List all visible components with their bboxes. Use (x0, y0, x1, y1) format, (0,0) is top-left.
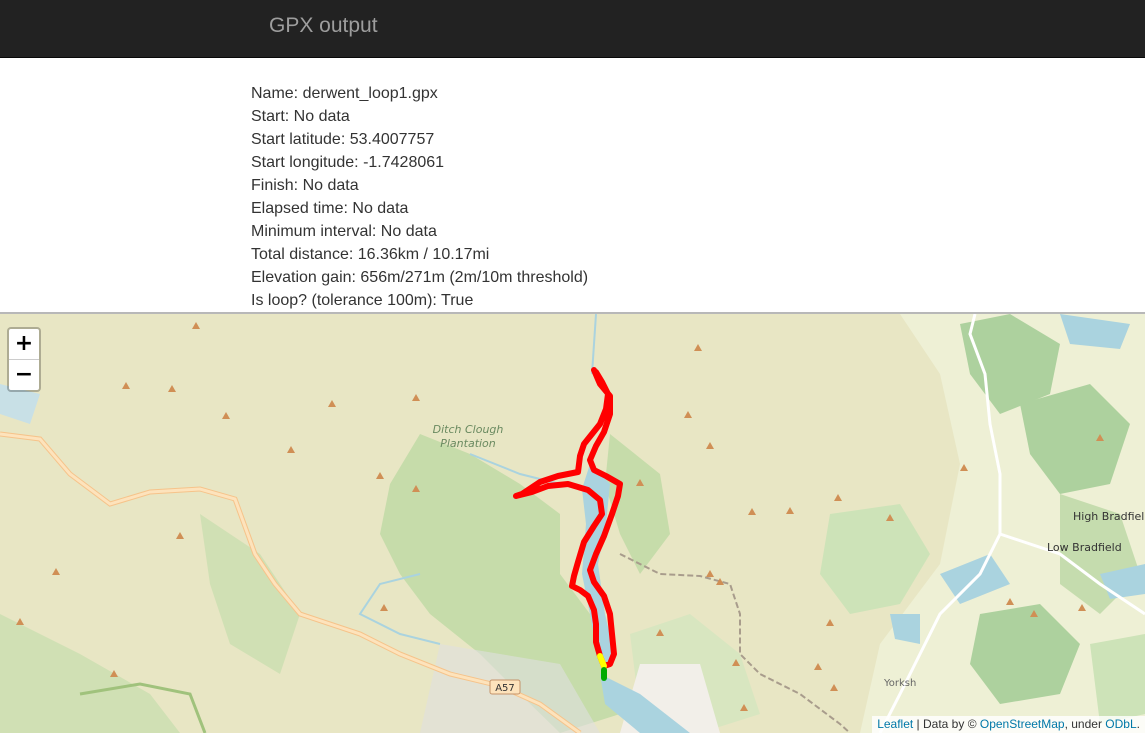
attribution-under: , under (1064, 717, 1106, 731)
info-finish: Finish: No data (251, 177, 359, 194)
info-elevation-gain: Elevation gain: 656m/271m (2m/10m thresh… (251, 269, 589, 286)
info-start-latitude: Start latitude: 53.4007757 (251, 131, 435, 148)
info-start-longitude: Start longitude: -1.7428061 (251, 154, 445, 171)
map-label-yorks: Yorksh (883, 678, 916, 689)
zoom-out-button[interactable]: − (9, 360, 39, 390)
attribution-separator: | Data by © (913, 717, 980, 731)
gpx-info-panel: Name: derwent_loop1.gpx Start: No data S… (251, 82, 588, 312)
info-elapsed-time: Elapsed time: No data (251, 200, 409, 217)
map-label-high-bradfield: High Bradfield (1073, 510, 1145, 523)
info-minimum-interval: Minimum interval: No data (251, 223, 437, 240)
odbl-link[interactable]: ODbL (1105, 717, 1136, 731)
info-name: Name: derwent_loop1.gpx (251, 85, 438, 102)
leaflet-link[interactable]: Leaflet (877, 717, 913, 731)
navbar-brand[interactable]: GPX output (269, 14, 378, 38)
info-total-distance: Total distance: 16.36km / 10.17mi (251, 246, 490, 263)
map-attribution: Leaflet | Data by © OpenStreetMap, under… (872, 716, 1145, 733)
zoom-in-button[interactable]: + (9, 329, 39, 360)
info-start: Start: No data (251, 108, 350, 125)
attribution-period: . (1136, 717, 1140, 731)
route-start-marker (597, 653, 607, 669)
map-label-low-bradfield: Low Bradfield (1047, 541, 1122, 554)
navbar: GPX output (0, 0, 1145, 58)
map-label-plantation-2: Plantation (440, 437, 496, 450)
map-label-a57: A57 (495, 683, 515, 694)
zoom-control: + − (7, 327, 41, 392)
openstreetmap-link[interactable]: OpenStreetMap (980, 717, 1065, 731)
map-container[interactable]: Ditch Clough Plantation High Bradfield L… (0, 312, 1145, 733)
info-is-loop: Is loop? (tolerance 100m): True (251, 292, 474, 309)
map-tiles: Ditch Clough Plantation High Bradfield L… (0, 314, 1145, 733)
map-label-plantation-1: Ditch Clough (433, 423, 504, 436)
